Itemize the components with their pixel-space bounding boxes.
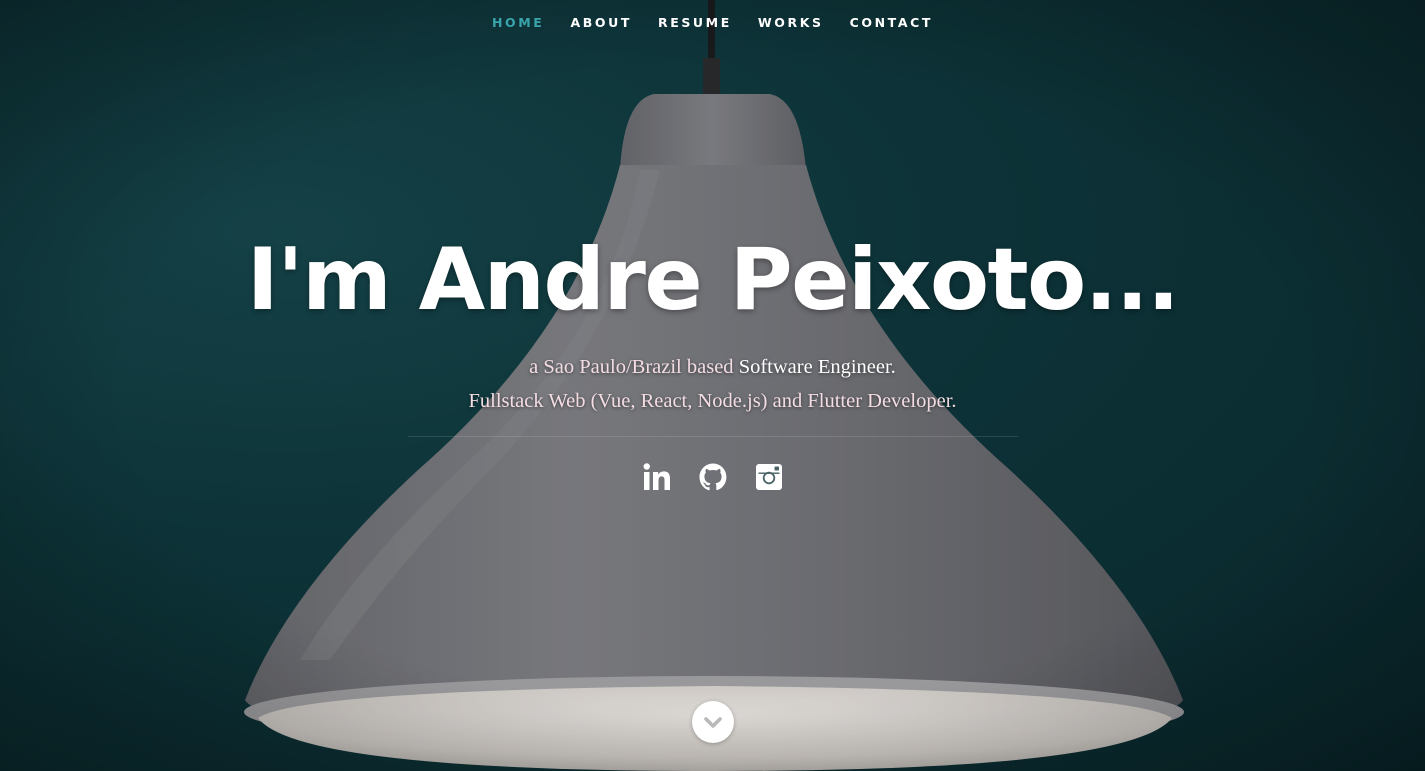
linkedin-icon: [643, 463, 670, 490]
github-icon: [699, 463, 726, 491]
nav-item-resume[interactable]: RESUME: [658, 15, 732, 30]
nav-item-home[interactable]: HOME: [492, 15, 544, 30]
instagram-link[interactable]: [753, 461, 785, 493]
banner: I'm Andre Peixoto... a Sao Paulo/Brazil …: [0, 232, 1425, 498]
banner-subtitle: a Sao Paulo/Brazil based Software Engine…: [0, 350, 1425, 418]
divider: [407, 436, 1018, 437]
social-links: [0, 461, 1425, 498]
nav-list: HOME ABOUT RESUME WORKS CONTACT: [479, 14, 946, 32]
nav-item-contact[interactable]: CONTACT: [850, 15, 933, 30]
scroll-down-button[interactable]: [692, 701, 734, 743]
subtitle-role: Software Engineer.: [738, 356, 896, 378]
linkedin-link[interactable]: [641, 461, 673, 493]
subtitle-skills: Fullstack Web (Vue, React, Node.js) and …: [468, 390, 957, 412]
main-nav: HOME ABOUT RESUME WORKS CONTACT: [0, 0, 1425, 45]
instagram-icon: [755, 464, 782, 490]
hero-section: HOME ABOUT RESUME WORKS CONTACT I'm Andr…: [0, 0, 1425, 771]
github-link[interactable]: [697, 461, 729, 493]
nav-item-about[interactable]: ABOUT: [570, 15, 632, 30]
chevron-down-icon: [704, 717, 722, 728]
subtitle-prefix: a Sao Paulo/Brazil based: [529, 356, 739, 378]
nav-item-works[interactable]: WORKS: [758, 15, 824, 30]
page-title: I'm Andre Peixoto...: [246, 230, 1180, 330]
